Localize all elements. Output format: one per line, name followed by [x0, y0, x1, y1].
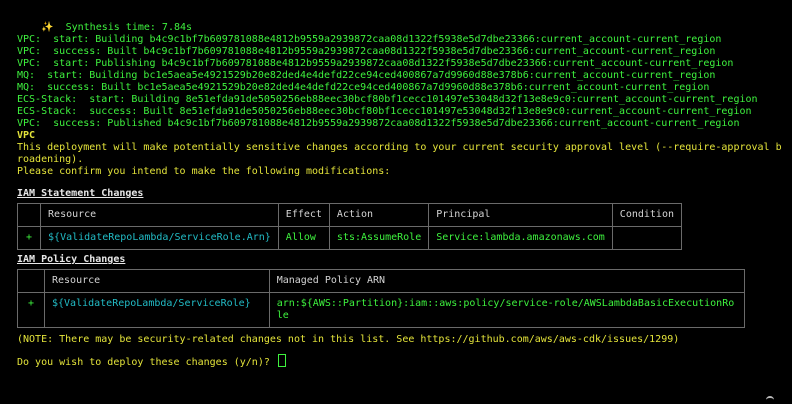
added-marker: +: [16, 226, 42, 250]
table-row: + ${ValidateRepoLambda/ServiceRole.Arn} …: [16, 226, 682, 250]
iam-statement-title: IAM Statement Changes: [17, 188, 144, 199]
iam-policy-title: IAM Policy Changes: [17, 254, 126, 265]
log-line: ECS-Stack: start: Building 8e51efda91de5…: [17, 94, 758, 105]
note-line: (NOTE: There may be security-related cha…: [17, 334, 680, 345]
sparkles-icon: ✨: [41, 22, 54, 33]
table-header-cell: Managed Policy ARN: [268, 269, 745, 293]
terminal-output[interactable]: ✨ Synthesis time: 7.84s VPC: start: Buil…: [0, 0, 792, 404]
log-line: VPC: success: Built b4c9c1bf7b609781088e…: [17, 46, 716, 57]
table-header-cell: Condition: [611, 203, 682, 227]
deploy-prompt: Do you wish to deploy these changes (y/n…: [17, 354, 792, 368]
approval-warning: This deployment will make potentially se…: [17, 142, 782, 165]
text-cursor[interactable]: [277, 354, 286, 367]
table-row: + ${ValidateRepoLambda/ServiceRole} arn:…: [17, 292, 745, 328]
table-header-cell: Resource: [40, 203, 279, 227]
table-cell-condition: [611, 226, 682, 250]
log-line: VPC: success: Published b4c9c1bf7b609781…: [17, 118, 740, 129]
table-cell-resource: ${ValidateRepoLambda/ServiceRole}: [44, 292, 270, 328]
synthesis-time: Synthesis time: 7.84s: [65, 22, 193, 33]
scroll-indicator-icon[interactable]: [766, 396, 774, 402]
table-header-row: Resource Effect Action Principal Conditi…: [16, 203, 682, 227]
iam-statement-table: Resource Effect Action Principal Conditi…: [16, 203, 682, 250]
table-header-cell: [16, 203, 42, 227]
table-header-row: Resource Managed Policy ARN: [17, 269, 745, 293]
confirm-message: Please confirm you intend to make the fo…: [17, 166, 391, 177]
stack-name: VPC: [17, 130, 36, 141]
table-cell-principal: Service:lambda.amazonaws.com: [428, 226, 613, 250]
table-header-cell: [17, 269, 45, 293]
log-line: VPC: start: Publishing b4c9c1bf7b6097810…: [17, 58, 734, 69]
log-line: MQ: start: Building bc1e5aea5e4921529b20…: [17, 70, 716, 81]
log-line: VPC: start: Building b4c9c1bf7b609781088…: [17, 34, 722, 45]
table-header-cell: Action: [328, 203, 430, 227]
table-cell-action: sts:AssumeRole: [328, 226, 430, 250]
table-cell-resource: ${ValidateRepoLambda/ServiceRole.Arn}: [40, 226, 279, 250]
iam-policy-table: Resource Managed Policy ARN + ${Validate…: [17, 269, 745, 328]
table-header-cell: Principal: [428, 203, 613, 227]
table-header-cell: Effect: [277, 203, 330, 227]
table-cell-effect: Allow: [277, 226, 330, 250]
log-line: ECS-Stack: success: Built 8e51efda91de50…: [17, 106, 752, 117]
synthesis-line: ✨ Synthesis time: 7.84s: [17, 10, 792, 33]
prompt-text: Do you wish to deploy these changes (y/n…: [17, 357, 270, 368]
added-marker: +: [17, 292, 45, 328]
log-line: MQ: success: Built bc1e5aea5e4921529b20e…: [17, 82, 710, 93]
table-header-cell: Resource: [44, 269, 270, 293]
table-cell-policy-arn: arn:${AWS::Partition}:iam::aws:policy/se…: [268, 292, 745, 328]
